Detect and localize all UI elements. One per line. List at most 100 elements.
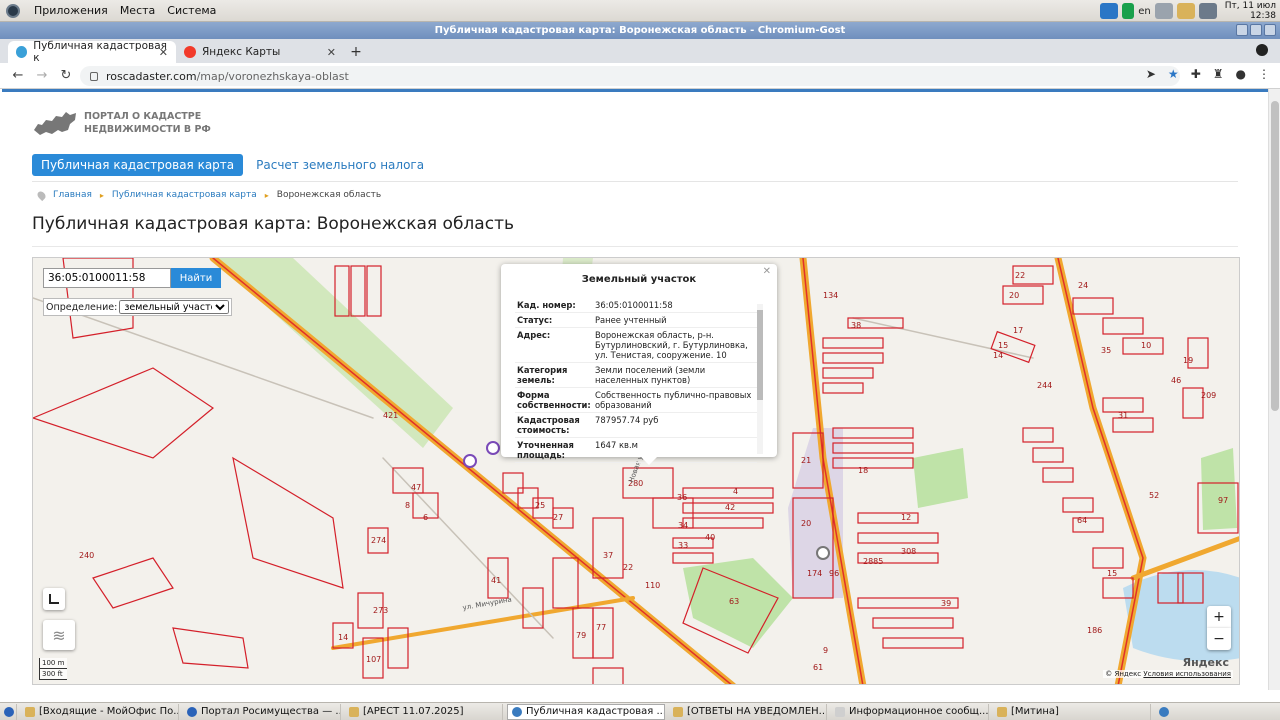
zoom-in-button[interactable]: + <box>1207 606 1231 628</box>
site-nav: Публичная кадастровая карта Расчет земел… <box>32 154 1238 182</box>
network-icon[interactable] <box>1198 3 1217 19</box>
tab-search-icon[interactable] <box>1256 44 1268 56</box>
scrollbar-thumb[interactable] <box>1271 101 1279 411</box>
breadcrumb: Главная ▸ Публичная кадастровая карта ▸ … <box>35 189 381 201</box>
close-tab-icon[interactable]: ✕ <box>327 46 336 59</box>
parcel-label: 61 <box>813 663 823 672</box>
parcel-label: 27 <box>553 513 563 522</box>
tab-cadastral-map[interactable]: Публичная кадастровая к ✕ <box>8 40 176 64</box>
taskbar-item[interactable]: [ОТВЕТЫ НА УВЕДОМЛЕН... <box>669 703 827 720</box>
clock-time: 12:38 <box>1250 11 1276 21</box>
popup-scrollbar-thumb[interactable] <box>757 310 763 400</box>
parcel-label: 36 <box>677 493 687 502</box>
cadastral-number-input[interactable] <box>43 268 171 288</box>
layers-button[interactable]: ≋ <box>43 620 75 650</box>
table-row: Кадастровая стоимость: 787957.74 руб <box>515 412 757 438</box>
show-desktop-icon[interactable] <box>2 703 17 720</box>
clock-date: Пт, 11 июл <box>1224 1 1276 11</box>
system-tray: en Пт, 11 июл 12:38 <box>1100 0 1276 22</box>
back-button[interactable]: ← <box>6 68 30 83</box>
yandex-logo[interactable]: Яндекс <box>1183 656 1229 669</box>
zoom-out-button[interactable]: − <box>1207 628 1231 650</box>
window-icon <box>673 706 683 717</box>
terms-link[interactable]: Условия использования <box>1143 670 1231 678</box>
page-title: Публичная кадастровая карта: Воронежская… <box>32 214 514 234</box>
send-icon[interactable]: ➤ <box>1146 67 1156 81</box>
clock[interactable]: Пт, 11 июл 12:38 <box>1225 1 1276 21</box>
page-scrollbar[interactable] <box>1268 89 1280 690</box>
parcel-label: 240 <box>79 551 94 560</box>
clipboard-icon[interactable] <box>1176 3 1195 19</box>
taskbar-item[interactable]: [Митина] <box>993 703 1151 720</box>
close-window-button[interactable] <box>1264 24 1276 36</box>
breadcrumb-separator-icon: ▸ <box>99 190 104 200</box>
row-key: Форма собственности: <box>515 387 593 413</box>
window-title: Публичная кадастровая карта: Воронежская… <box>434 25 846 36</box>
close-popup-icon[interactable]: ✕ <box>763 266 771 277</box>
table-row: Кад. номер: 36:05:0100011:58 <box>515 298 757 313</box>
popup-scrollbar[interactable] <box>757 304 763 454</box>
menu-system[interactable]: Система <box>167 4 216 17</box>
breadcrumb-home[interactable]: Главная <box>53 190 92 200</box>
k-app-icon[interactable] <box>1122 3 1135 19</box>
parcel-label: 17 <box>1013 326 1023 335</box>
parcel-label: 41 <box>491 576 501 585</box>
minimize-button[interactable] <box>1236 24 1248 36</box>
menu-places[interactable]: Места <box>120 4 155 17</box>
taskbar-item-active[interactable]: Публичная кадастровая ... <box>507 703 665 720</box>
parcel-label: 52 <box>1149 491 1159 500</box>
nav-land-tax[interactable]: Расчет земельного налога <box>247 154 433 176</box>
chromium-tray-icon[interactable] <box>1155 704 1173 720</box>
url-host: roscadaster.com <box>106 69 197 83</box>
maximize-button[interactable] <box>1250 24 1262 36</box>
definition-select[interactable]: земельный участок <box>119 300 230 314</box>
browser-menu-icon[interactable]: ⋮ <box>1258 67 1270 81</box>
new-tab-button[interactable]: + <box>344 41 368 63</box>
scale-metric: 100 m <box>39 658 67 669</box>
taskbar-item[interactable]: Информационное сообщ... <box>831 703 989 720</box>
window-titlebar[interactable]: Публичная кадастровая карта: Воронежская… <box>0 22 1280 39</box>
reload-button[interactable]: ↻ <box>54 68 78 83</box>
parcel-label: 63 <box>729 597 739 606</box>
breadcrumb-map[interactable]: Публичная кадастровая карта <box>112 190 257 200</box>
parcel-label: 308 <box>901 547 916 556</box>
breadcrumb-separator-icon: ▸ <box>264 190 269 200</box>
parcel-label: 97 <box>1218 496 1228 505</box>
nav-cadastral-map[interactable]: Публичная кадастровая карта <box>32 154 244 176</box>
extensions-icon[interactable]: ✚ <box>1191 67 1201 81</box>
crypto-shield-icon[interactable] <box>1100 3 1119 19</box>
taskbar-label: [АРЕСТ 11.07.2025] <box>363 706 464 717</box>
parcel-label: 6 <box>423 513 428 522</box>
extension-icon[interactable]: ♜ <box>1213 67 1224 81</box>
cadastral-map[interactable]: 22 20 24 17 15 14 38 35 10 19 46 209 31 … <box>32 257 1240 685</box>
window-icon <box>25 706 35 717</box>
taskbar-item[interactable]: [АРЕСТ 11.07.2025] <box>345 703 503 720</box>
toolbar: ← → ↻ roscadaster.com/map/voronezhskaya-… <box>0 63 1280 89</box>
bookmark-star-icon[interactable]: ★ <box>1168 67 1179 81</box>
bus-stop-icon <box>486 441 500 455</box>
forward-button[interactable]: → <box>30 68 54 83</box>
site-info-icon[interactable] <box>90 71 98 81</box>
popup-title: Земельный участок <box>581 274 697 285</box>
site-logo[interactable]: ПОРТАЛ О КАДАСТРЕ НЕДВИЖИМОСТИ В РФ <box>32 108 211 138</box>
menu-applications[interactable]: Приложения <box>34 4 108 17</box>
gnome-foot-icon[interactable] <box>6 3 20 18</box>
taskbar-item[interactable]: Портал Росимущества — ... <box>183 703 341 720</box>
logo-line2: НЕДВИЖИМОСТИ В РФ <box>84 124 211 135</box>
parcel-label: 20 <box>801 519 811 528</box>
taskbar-item[interactable]: [Входящие - МойОфис По... <box>21 703 179 720</box>
profile-icon[interactable]: ● <box>1236 67 1246 81</box>
tab-yandex-maps[interactable]: Яндекс Карты ✕ <box>176 41 344 63</box>
parcel-label: 19 <box>1183 356 1193 365</box>
parcel-label: 35 <box>1101 346 1111 355</box>
table-row: Адрес: Воронежская область, р-н. Бутурлин… <box>515 327 757 363</box>
address-bar[interactable]: roscadaster.com/map/voronezhskaya-oblast <box>80 66 1180 86</box>
fullscreen-button[interactable] <box>43 588 65 610</box>
table-row: Уточненная площадь: 1647 кв.м <box>515 437 757 463</box>
close-tab-icon[interactable]: ✕ <box>159 46 168 59</box>
table-row: Форма собственности: Собственность публич… <box>515 387 757 413</box>
find-button[interactable]: Найти <box>171 268 221 288</box>
parcel-label: 14 <box>993 351 1003 360</box>
volume-icon[interactable] <box>1154 3 1173 19</box>
keyboard-layout[interactable]: en <box>1138 6 1151 17</box>
